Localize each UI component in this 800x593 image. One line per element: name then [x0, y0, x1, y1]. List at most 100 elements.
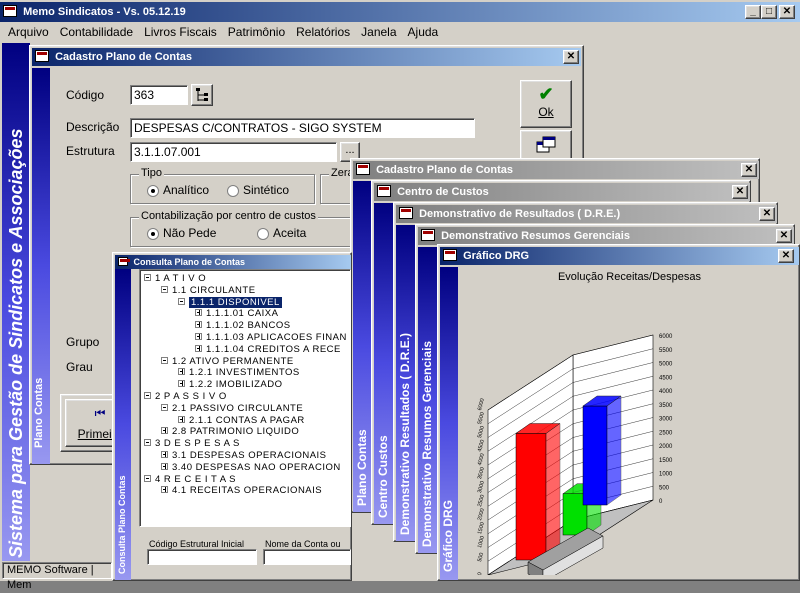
menu-item-janela[interactable]: Janela [361, 25, 396, 39]
expand-icon[interactable] [161, 427, 168, 435]
menu-item-arquivo[interactable]: Arquivo [8, 25, 49, 39]
cadastro-side-label: Plano Contas [33, 377, 45, 448]
maximize-button[interactable]: □ [761, 5, 777, 19]
tree-node[interactable]: 1.1.1 DISPONIVEL [144, 295, 350, 309]
cascade-close-button[interactable]: ✕ [741, 163, 757, 177]
window-icon[interactable] [443, 249, 457, 262]
tree-node[interactable]: 2.1.1 CONTAS A PAGAR [144, 415, 350, 427]
menu-item-relat-rios[interactable]: Relatórios [296, 25, 350, 39]
grafico-close-button[interactable]: ✕ [778, 249, 794, 263]
window-icon[interactable] [377, 185, 391, 198]
descricao-label: Descrição [66, 120, 120, 134]
app-titlebar[interactable]: Memo Sindicatos - Vs. 05.12.19 [0, 2, 800, 22]
radio-icon [257, 227, 269, 240]
cadastro-titlebar[interactable]: Cadastro Plano de Contas [32, 48, 581, 66]
cascade-close-button[interactable]: ✕ [732, 185, 748, 199]
expand-icon[interactable] [178, 380, 185, 388]
collapse-icon[interactable] [161, 285, 168, 293]
expand-icon[interactable] [178, 415, 185, 423]
tree-node[interactable]: 3.1 DESPESAS OPERACIONAIS [144, 450, 350, 462]
tree-node[interactable]: 1.2.2 IMOBILIZADO [144, 379, 350, 391]
tree-node[interactable]: 1 A T I V O [144, 273, 350, 285]
tree-node[interactable]: 1.1.1.01 CAIXA [144, 308, 350, 320]
chart-y-tick-label-left: 3500 [477, 467, 486, 480]
expand-icon[interactable] [161, 450, 168, 458]
expand-icon[interactable] [178, 368, 185, 376]
tree-node[interactable]: 1.1 CIRCULANTE [144, 285, 350, 297]
tree-node[interactable]: 1.2 ATIVO PERMANENTE [144, 356, 350, 368]
cascade-close-button[interactable]: ✕ [759, 207, 775, 221]
cascade-side-label: Demonstrativo Resultados ( D.R.E.) [398, 332, 412, 535]
tipo-option-analitico[interactable]: Analítico [147, 183, 209, 197]
chart-y-tick-label-left: 4500 [477, 439, 486, 452]
menu-item-contabilidade[interactable]: Contabilidade [60, 25, 133, 39]
collapse-icon[interactable] [144, 474, 151, 482]
close-button[interactable]: ✕ [779, 5, 795, 19]
codigo-estrutural-input[interactable] [147, 549, 257, 565]
collapse-icon[interactable] [144, 391, 151, 399]
window-icon[interactable] [399, 207, 413, 220]
tree-node-label: 1.1.1.04 CREDITOS A RECE [206, 343, 341, 355]
tree-node[interactable]: 2 P A S S I V O [144, 391, 350, 403]
window-icon[interactable] [356, 163, 370, 176]
expand-icon[interactable] [195, 321, 202, 329]
minimize-button[interactable]: _ [745, 5, 761, 19]
chart-y-tick-label-left: 0 [477, 572, 484, 575]
expand-icon[interactable] [195, 332, 202, 340]
ok-label: Ok [538, 105, 554, 119]
collapse-icon[interactable] [144, 273, 151, 281]
contab-option-nao-pede[interactable]: Não Pede [147, 226, 216, 240]
radio-icon [227, 184, 239, 197]
menu-item-ajuda[interactable]: Ajuda [408, 25, 439, 39]
menu-item-patrim-nio[interactable]: Patrimônio [228, 25, 285, 39]
expand-icon[interactable] [195, 309, 202, 317]
consulta-side-label: Consulta Plano Contas [117, 475, 127, 574]
expand-icon[interactable] [161, 462, 168, 470]
tree-node[interactable]: 1.1.1.02 BANCOS [144, 320, 350, 332]
checkmark-icon: ✔ [538, 84, 554, 104]
tree-node[interactable]: 3 D E S P E S A S [144, 438, 350, 450]
expand-icon[interactable] [195, 344, 202, 352]
window-icon[interactable] [421, 229, 435, 242]
tree-node[interactable]: 3.40 DESPESAS NAO OPERACION [144, 462, 350, 474]
window-icon[interactable] [35, 50, 49, 63]
collapse-icon[interactable] [161, 403, 168, 411]
tree-node[interactable]: 1.1.1.04 CREDITOS A RECE [144, 344, 350, 356]
grafico-side-strip: Gráfico DRG [440, 267, 458, 580]
collapse-icon[interactable] [178, 297, 185, 305]
radio-icon [147, 184, 159, 197]
cascade-close-button[interactable]: ✕ [776, 229, 792, 243]
codigo-lookup-button[interactable] [191, 84, 213, 106]
chart-title: Evolução Receitas/Despesas [557, 271, 702, 283]
tree-node[interactable]: 2.8 PATRIMONIO LIQUIDO [144, 426, 350, 438]
menu-item-livros-fiscais[interactable]: Livros Fiscais [144, 25, 217, 39]
ok-button[interactable]: ✔ Ok [520, 80, 572, 128]
cascade-titlebar[interactable]: Demonstrativo Resumos Gerenciais [418, 227, 794, 245]
account-tree[interactable]: 1 A T I V O 1.1 CIRCULANTE 1.1.1 DISPONIVE… [139, 269, 351, 527]
cascade-titlebar[interactable]: Centro de Custos [374, 183, 750, 201]
tree-node[interactable]: 1.1.1.03 APLICACOES FINAN [144, 332, 350, 344]
tree-node[interactable]: 2.1 PASSIVO CIRCULANTE [144, 403, 350, 415]
tree-node[interactable]: 1.2.1 INVESTIMENTOS [144, 367, 350, 379]
cadastro-close-button[interactable]: ✕ [563, 50, 579, 64]
tipo-option-sintetico[interactable]: Sintético [227, 183, 289, 197]
tree-node[interactable]: 4 R E C E I T A S [144, 474, 350, 486]
extra-action-button[interactable] [520, 130, 572, 160]
contab-option-aceita[interactable]: Aceita [257, 226, 306, 240]
descricao-input[interactable]: DESPESAS C/CONTRATOS - SIGO SYSTEM [130, 118, 475, 138]
menu-bar: Arquivo Contabilidade Livros Fiscais Patrim… [8, 25, 449, 41]
grafico-titlebar[interactable]: Gráfico DRG [440, 247, 799, 265]
collapse-icon[interactable] [161, 356, 168, 364]
codigo-input[interactable]: 363 [130, 85, 188, 105]
tree-node-label: 1.2 ATIVO PERMANENTE [172, 355, 294, 367]
app-icon[interactable] [3, 5, 17, 18]
cascade-titlebar[interactable]: Cadastro Plano de Contas [353, 161, 759, 179]
window-icon[interactable] [118, 257, 130, 267]
nome-conta-input[interactable] [263, 549, 351, 565]
tree-node[interactable]: 4.1 RECEITAS OPERACIONAIS [144, 485, 350, 497]
collapse-icon[interactable] [144, 439, 151, 447]
expand-icon[interactable] [161, 486, 168, 494]
consulta-titlebar[interactable]: Consulta Plano de Contas [115, 255, 351, 269]
cascade-titlebar[interactable]: Demonstrativo de Resultados ( D.R.E.) [396, 205, 777, 223]
estrutura-input[interactable]: 3.1.1.07.001 [130, 142, 337, 162]
